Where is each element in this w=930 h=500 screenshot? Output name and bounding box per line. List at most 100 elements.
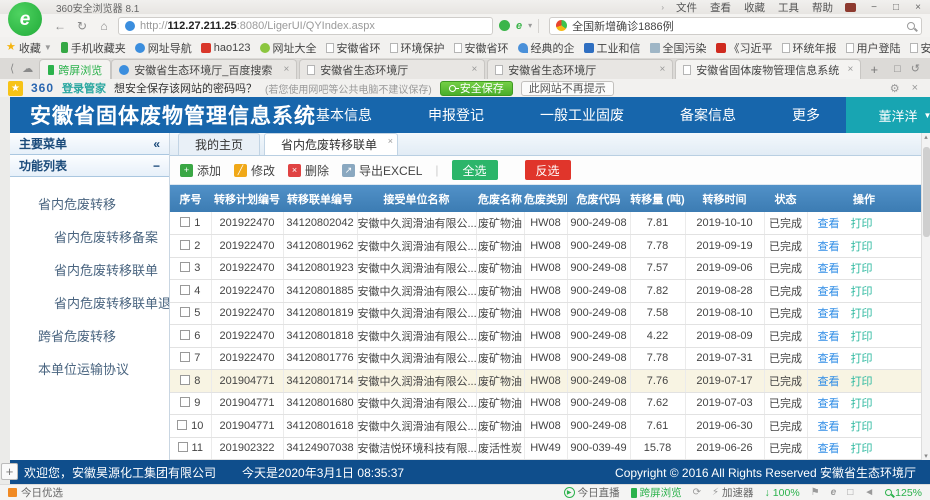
tab-close-icon[interactable]: ×	[659, 64, 665, 75]
sidebar-add-button[interactable]: +	[1, 463, 18, 480]
tab-close-icon[interactable]: ×	[283, 64, 289, 75]
column-header[interactable]: 转移计划编号	[211, 185, 283, 212]
search-input[interactable]: 全国新增确诊1886例	[572, 18, 902, 34]
monitor-icon[interactable]: □	[847, 487, 853, 498]
live-button[interactable]: ▶ 今日直播	[564, 485, 620, 500]
column-header[interactable]: 接受单位名称	[357, 185, 476, 212]
browser-tab[interactable]: 安徽省生态环境厅 ×	[487, 59, 673, 79]
print-link[interactable]: 打印	[851, 241, 873, 253]
bookmark-item[interactable]: 工业和信	[584, 40, 641, 56]
home-button[interactable]: ⌂	[96, 19, 112, 33]
back-button[interactable]: ←	[52, 19, 68, 33]
scroll-up-icon[interactable]: ▴	[924, 133, 928, 141]
bookmark-item[interactable]: 用户登陆	[846, 40, 901, 56]
tab-close-icon[interactable]: ×	[471, 64, 477, 75]
row-checkbox[interactable]	[177, 420, 187, 430]
print-link[interactable]: 打印	[851, 263, 873, 275]
flag-icon[interactable]: ⚑	[811, 487, 820, 498]
compat-mode-icon[interactable]: e	[516, 20, 522, 32]
close-button[interactable]: ×	[912, 2, 924, 13]
view-link[interactable]: 查看	[818, 263, 840, 275]
view-link[interactable]: 查看	[818, 331, 840, 343]
content-scrollbar[interactable]: ▴ ▾	[921, 133, 930, 460]
view-link[interactable]: 查看	[818, 421, 840, 433]
site-safety-icon[interactable]	[499, 20, 510, 31]
scroll-down-icon[interactable]: ▾	[924, 452, 928, 460]
menu-item[interactable]: 文件	[676, 0, 697, 15]
column-header[interactable]: 转移联单编号	[283, 185, 357, 212]
nav-item[interactable]: 基本信息	[316, 105, 372, 125]
browser-tab[interactable]: 安徽省固体废物管理信息系统 ×	[675, 59, 861, 79]
row-checkbox[interactable]	[180, 397, 190, 407]
print-link[interactable]: 打印	[851, 421, 873, 433]
search-icon[interactable]	[907, 22, 915, 30]
view-link[interactable]: 查看	[818, 353, 840, 365]
sidebar-item[interactable]: 省内危废转移联单退运	[10, 286, 169, 319]
print-link[interactable]: 打印	[851, 331, 873, 343]
sidebar-item[interactable]: 本单位运输协议	[10, 352, 169, 385]
browser-tab[interactable]: 安徽省生态环境厅 ×	[299, 59, 485, 79]
menu-item[interactable]: 帮助	[812, 0, 833, 15]
row-checkbox[interactable]	[180, 375, 190, 385]
collapse-panel-icon[interactable]: −	[153, 159, 160, 173]
table-row[interactable]: 9 201904771 34120801680 安徽中久润滑油有限公... 废矿…	[170, 392, 921, 415]
delete-button[interactable]: × 删除	[288, 162, 329, 179]
sidebar-item[interactable]: 省内危废转移备案	[10, 220, 169, 253]
bookmark-item[interactable]: 环境保护	[390, 40, 445, 56]
row-checkbox[interactable]	[180, 262, 190, 272]
bookmark-item[interactable]: 网址导航	[135, 40, 192, 56]
reopen-tab-icon[interactable]: ↺	[911, 62, 920, 75]
row-checkbox[interactable]	[180, 217, 190, 227]
print-link[interactable]: 打印	[851, 398, 873, 410]
tab-close-icon[interactable]: ×	[847, 64, 853, 75]
column-header[interactable]: 操作	[807, 185, 921, 212]
restore-tab-icon[interactable]: □	[894, 63, 901, 75]
user-menu[interactable]: 董洋洋 ▼	[846, 97, 930, 133]
nav-item[interactable]: 申报登记	[428, 105, 484, 125]
column-header[interactable]: 转移时间	[685, 185, 764, 212]
bookmark-item[interactable]: 全国污染	[650, 40, 707, 56]
zoom-control[interactable]: 125%	[885, 487, 922, 499]
export-excel-button[interactable]: ↗ 导出EXCEL	[342, 162, 422, 179]
bookmark-item[interactable]: 安徽省环	[454, 40, 509, 56]
column-header[interactable]: 序号	[170, 185, 211, 212]
minimize-button[interactable]: −	[868, 2, 880, 13]
accelerator-button[interactable]: ⚡ 加速器	[712, 485, 754, 500]
table-row[interactable]: 2 201922470 34120801962 安徽中久润滑油有限公... 废矿…	[170, 235, 921, 258]
history-sync-icon[interactable]: ⟳	[693, 487, 701, 498]
ie-mode-icon[interactable]: e	[831, 487, 837, 498]
sidebar-panel-main[interactable]: 主要菜单 «	[10, 133, 169, 155]
table-row[interactable]: 11 201902322 34124907038 安徽洁悦环境科技有限... 废…	[170, 437, 921, 460]
collapse-sidebar-icon[interactable]: «	[153, 137, 160, 151]
maximize-button[interactable]: □	[890, 2, 902, 13]
refresh-button[interactable]: ↻	[74, 19, 90, 33]
wallet-icon[interactable]	[845, 3, 856, 12]
mode-dropdown-icon[interactable]: ▾	[528, 21, 532, 30]
scrollbar-thumb[interactable]	[923, 147, 930, 237]
table-row[interactable]: 10 201904771 34120801618 安徽中久润滑油有限公... 废…	[170, 415, 921, 438]
column-header[interactable]: 危废类别	[524, 185, 567, 212]
print-link[interactable]: 打印	[851, 443, 873, 455]
print-link[interactable]: 打印	[851, 376, 873, 388]
menu-item[interactable]: 收藏	[744, 0, 765, 15]
browser-tab[interactable]: 安徽省生态环境厅_百度搜索 ×	[111, 59, 297, 79]
save-password-button[interactable]: 安全保存	[440, 81, 513, 96]
add-button[interactable]: + 添加	[180, 162, 221, 179]
view-link[interactable]: 查看	[818, 398, 840, 410]
search-box[interactable]: 全国新增确诊1886例	[549, 17, 922, 35]
view-link[interactable]: 查看	[818, 308, 840, 320]
tab-my-home[interactable]: 我的主页	[178, 133, 260, 155]
browser-logo-icon[interactable]: e	[8, 2, 42, 36]
view-link[interactable]: 查看	[818, 218, 840, 230]
favorites-button[interactable]: ★ 收藏 ▼	[6, 40, 52, 56]
cross-screen-button[interactable]: 跨屏浏览	[39, 59, 111, 79]
row-checkbox[interactable]	[180, 330, 190, 340]
collapse-tabs-icon[interactable]: ⟨	[10, 62, 14, 75]
bookmark-item[interactable]: 安徽省环	[326, 40, 381, 56]
nav-item[interactable]: 一般工业固废	[540, 105, 624, 125]
sidebar-panel-functions[interactable]: 功能列表 −	[10, 155, 169, 177]
print-link[interactable]: 打印	[851, 218, 873, 230]
column-header[interactable]: 危废名称	[476, 185, 524, 212]
content-tab-close-icon[interactable]: ×	[388, 136, 393, 146]
address-bar[interactable]: http://112.27.211.25:8080/LigerUI/QYInde…	[118, 17, 493, 35]
